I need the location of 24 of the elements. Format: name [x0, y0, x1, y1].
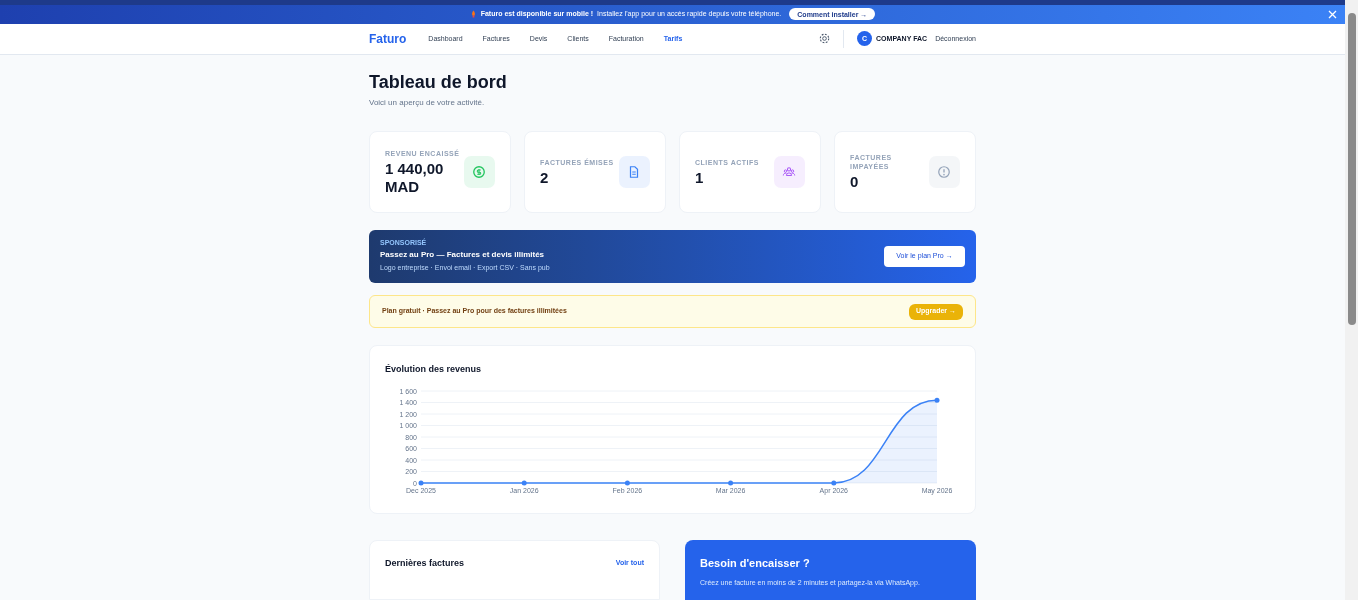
data-point	[521, 480, 527, 485]
alert-icon	[937, 165, 952, 179]
stat-value: 1	[695, 168, 705, 187]
page-title: Tableau de bord	[369, 71, 508, 93]
card-title: Dernières factures	[385, 557, 465, 570]
data-point	[831, 480, 837, 485]
users-icon	[782, 165, 797, 179]
chart-title: Évolution des revenus	[385, 363, 483, 376]
data-point	[728, 480, 734, 485]
data-point	[934, 397, 940, 403]
page-subtitle: Voici un aperçu de votre activité.	[369, 97, 486, 109]
stat-value: 2	[540, 168, 550, 187]
settings-icon[interactable]	[819, 33, 831, 45]
rocket-icon	[469, 10, 477, 19]
close-icon[interactable]	[1328, 9, 1337, 19]
scrollbar[interactable]	[1345, 0, 1358, 600]
promo-title: Besoin d'encaisser ?	[700, 556, 811, 571]
stat-value: 0	[850, 173, 860, 191]
sponsor-title: Passez au Pro — Factures et devis illimités	[380, 249, 546, 262]
brand-logo[interactable]: Faturo	[369, 29, 407, 48]
dollar-icon	[472, 165, 487, 179]
data-point	[624, 480, 630, 485]
stat-value: 1 440,00 MAD	[385, 159, 445, 196]
data-point	[418, 480, 424, 485]
